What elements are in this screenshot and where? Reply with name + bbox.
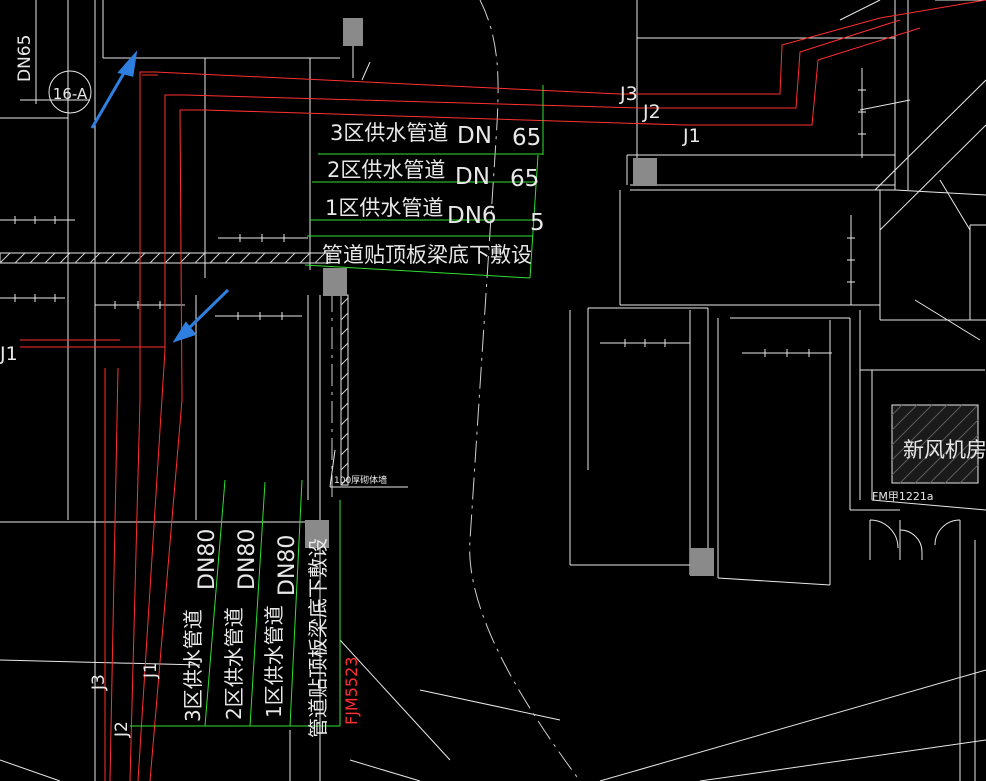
callout-v-col1-text: 3区供水管道 bbox=[181, 609, 205, 722]
pipe-label-j2-bottom: J2 bbox=[112, 721, 132, 738]
callout-v-col3-dn: DN80 bbox=[275, 535, 300, 596]
callout-h-line3-dn: DN6 bbox=[447, 203, 497, 229]
callout-v-col2-dn: DN80 bbox=[235, 529, 260, 590]
callout-h-line2-size: 65 bbox=[510, 166, 539, 192]
door-tag: FM甲1221a bbox=[872, 490, 934, 503]
callout-horizontal-text: 3区供水管道 DN 65 2区供水管道 DN 65 1区供水管道 DN6 5 管… bbox=[322, 121, 545, 267]
callout-v-col2-text: 2区供水管道 bbox=[222, 607, 246, 720]
callout-v-col4-text: 管道贴顶板梁底下敷设 bbox=[306, 538, 330, 738]
callout-h-line4: 管道贴顶板梁底下敷设 bbox=[322, 243, 532, 267]
callout-h-line3: 1区供水管道 bbox=[325, 196, 443, 220]
pipe-label-j1-left: J1 bbox=[0, 343, 18, 365]
callout-h-line2-dn: DN bbox=[455, 164, 490, 190]
pipe-label-j3-top: J3 bbox=[619, 83, 638, 105]
hatched-walls bbox=[0, 252, 349, 486]
wall-thickness-note: 100厚砌体墙 bbox=[334, 474, 387, 486]
pipe-label-j1-bottom: J1 bbox=[141, 662, 161, 679]
pipe-label-j2-top: J2 bbox=[642, 101, 661, 123]
door-tag-red: FJM5523 bbox=[342, 657, 361, 725]
section-marker-text: 16-A bbox=[53, 85, 88, 103]
direction-arrows bbox=[90, 50, 230, 343]
callout-h-line3-size: 5 bbox=[530, 210, 545, 236]
callout-h-line1: 3区供水管道 bbox=[330, 121, 448, 145]
left-top-dn-label: DN65 bbox=[15, 35, 35, 82]
pipe-label-j3-bottom: J3 bbox=[89, 674, 109, 691]
callout-v-col1-dn: DN80 bbox=[195, 529, 220, 590]
callout-v-col3-text: 1区供水管道 bbox=[262, 605, 286, 718]
room-name-label: 新风机房 bbox=[903, 438, 986, 462]
callout-h-line2: 2区供水管道 bbox=[327, 158, 445, 182]
column-leader bbox=[352, 46, 371, 81]
fresh-air-room: 新风机房 bbox=[891, 404, 986, 484]
callout-h-line1-size: 65 bbox=[512, 125, 541, 151]
cad-drawing-canvas[interactable]: 16-A DN65 J3 J2 J1 J1 J3 J2 J1 3区供水管道 DN… bbox=[0, 0, 986, 781]
pipe-label-j1-top: J1 bbox=[682, 125, 701, 147]
callout-h-line1-dn: DN bbox=[457, 123, 492, 149]
